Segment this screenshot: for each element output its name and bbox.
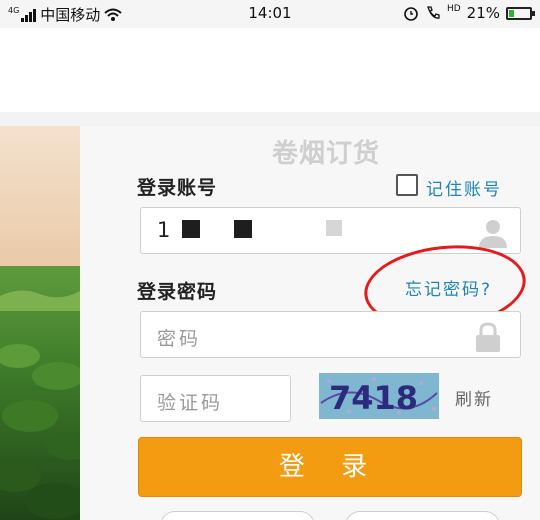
bottom-button-left[interactable] — [160, 511, 315, 520]
battery-fill — [509, 9, 514, 17]
password-input[interactable]: 密码 — [140, 311, 521, 358]
remember-account-checkbox[interactable] — [396, 174, 418, 196]
login-button[interactable]: 登 录 — [138, 437, 522, 497]
lock-icon — [476, 322, 500, 352]
header-divider — [0, 112, 540, 126]
redaction-mask — [326, 220, 342, 236]
bottom-button-right[interactable] — [345, 511, 500, 520]
status-right: HD 21% — [403, 4, 535, 22]
captcha-input[interactable]: 验证码 — [140, 375, 291, 422]
hd-tag: HD — [446, 4, 461, 14]
account-value: 1 — [157, 218, 171, 242]
captcha-placeholder: 验证码 — [157, 392, 224, 414]
alarm-icon — [404, 7, 418, 21]
battery-percent: 21% — [466, 4, 500, 22]
remember-account-label[interactable]: 记住账号 — [426, 175, 502, 200]
call-icon — [427, 6, 440, 19]
page-title: 卷烟订货 — [272, 139, 381, 169]
password-label: 登录密码 — [137, 281, 218, 303]
captcha-image[interactable]: 7418 — [319, 373, 439, 419]
status-bar: 4G 中国移动 14:01 HD 21% — [0, 0, 540, 28]
account-label: 登录账号 — [137, 177, 218, 199]
redaction-mask — [234, 220, 252, 238]
captcha-text: 7418 — [329, 379, 418, 417]
refresh-captcha-link[interactable]: 刷新 — [455, 385, 493, 410]
header-area — [0, 28, 540, 112]
redaction-mask — [182, 220, 200, 238]
tobacco-field-image — [0, 126, 80, 520]
battery-icon — [506, 6, 535, 20]
user-icon — [479, 220, 507, 248]
password-placeholder: 密码 — [157, 328, 202, 350]
